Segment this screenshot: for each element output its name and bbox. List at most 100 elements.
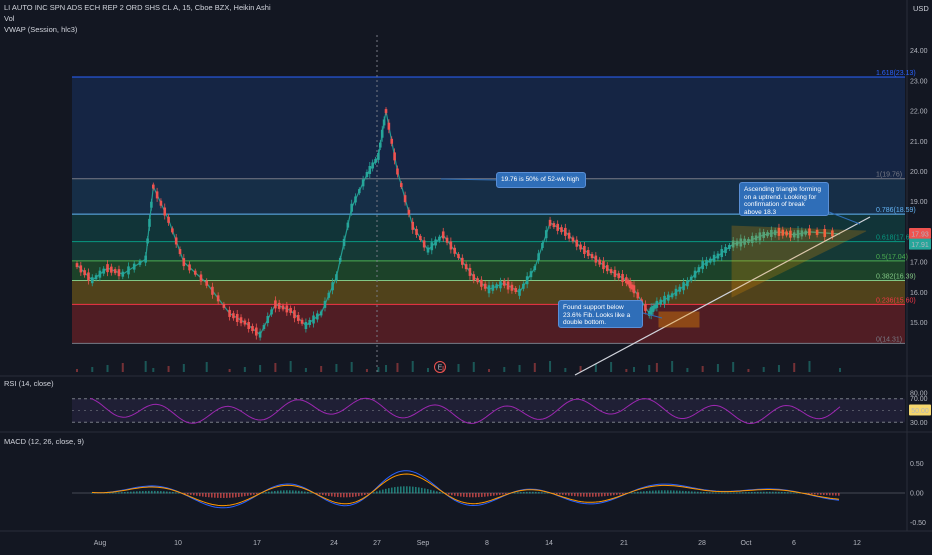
macd-histogram-bar	[331, 493, 333, 497]
candle-body	[304, 322, 308, 330]
candle-body	[621, 273, 624, 282]
candle-body	[152, 184, 155, 189]
volume-bar	[518, 365, 521, 372]
candle-body	[371, 162, 374, 169]
macd-histogram-bar	[694, 491, 696, 494]
volume-bar	[503, 367, 506, 372]
macd-histogram-bar	[187, 493, 189, 495]
macd-histogram-bar	[838, 493, 840, 496]
macd-histogram-bar	[568, 493, 570, 496]
candle-body	[113, 269, 117, 274]
candle-body	[445, 237, 449, 243]
candle-body	[251, 326, 254, 332]
candle-body	[331, 282, 334, 291]
macd-histogram-bar	[373, 492, 375, 494]
macd-histogram-bar	[409, 486, 411, 494]
candle-body	[396, 168, 399, 175]
candle-body	[110, 266, 113, 273]
fib-zone	[72, 343, 905, 364]
rsi-title: RSI (14, close)	[4, 379, 54, 388]
macd-histogram-bar	[256, 493, 258, 495]
macd-histogram-bar	[691, 491, 693, 494]
macd-histogram-bar	[214, 493, 216, 498]
time-axis-tick: 14	[545, 540, 553, 547]
macd-histogram-bar	[481, 493, 483, 497]
macd-histogram-bar	[451, 493, 453, 496]
candle-body	[83, 270, 86, 276]
candle-body	[174, 237, 178, 245]
candle-body	[163, 207, 167, 216]
macd-histogram-bar	[286, 490, 288, 494]
candle-body	[393, 152, 396, 161]
candle-body	[150, 201, 153, 208]
note-double-bottom[interactable]: Found support below 23.6% Fib. Looks lik…	[558, 300, 643, 328]
candle-body	[522, 283, 525, 289]
fib-level-label: 0.786(18.59)	[876, 207, 916, 214]
macd-histogram-bar	[586, 493, 588, 497]
note-ascending-triangle[interactable]: Ascending triangle forming on a uptrend.…	[739, 182, 829, 216]
currency-label: USD	[913, 4, 929, 13]
macd-histogram-bar	[529, 491, 531, 494]
candle-body	[188, 264, 191, 271]
macd-histogram-bar	[718, 492, 720, 494]
candle-body	[300, 319, 304, 324]
note-fifty-percent[interactable]: 19.76 is 50% of 52-wk high	[496, 172, 586, 188]
volume-bar	[594, 364, 597, 372]
candle-body	[464, 264, 468, 270]
macd-histogram-bar	[166, 491, 168, 494]
macd-title: MACD (12, 26, close, 9)	[4, 437, 85, 446]
macd-histogram-bar	[655, 490, 657, 494]
candle-body	[138, 260, 142, 265]
macd-histogram-bar	[478, 493, 480, 498]
candle-body	[308, 320, 312, 325]
volume-bar	[732, 362, 735, 372]
candle-body	[319, 311, 323, 316]
macd-histogram-bar	[790, 492, 792, 494]
double-bottom-zone	[658, 311, 700, 328]
macd-histogram-bar	[127, 491, 129, 494]
macd-histogram-bar	[709, 492, 711, 494]
macd-histogram-bar	[739, 492, 741, 494]
macd-histogram-bar	[811, 493, 813, 495]
macd-histogram-bar	[217, 493, 219, 498]
macd-histogram-bar	[130, 491, 132, 494]
macd-histogram-bar	[466, 493, 468, 498]
macd-histogram-bar	[244, 493, 246, 497]
macd-histogram-bar	[139, 491, 141, 494]
volume-bar	[671, 361, 674, 372]
macd-histogram-bar	[379, 490, 381, 494]
macd-histogram-bar	[352, 493, 354, 497]
candle-body	[678, 286, 682, 292]
candle-body	[338, 257, 342, 262]
macd-histogram-bar	[517, 492, 519, 494]
candle-body	[193, 270, 197, 275]
macd-histogram-bar	[706, 492, 708, 494]
candle-body	[232, 313, 235, 319]
macd-histogram-bar	[835, 493, 837, 496]
candle-body	[146, 238, 149, 244]
macd-histogram-bar	[367, 493, 369, 495]
macd-histogram-bar	[175, 492, 177, 494]
candle-body	[598, 259, 601, 265]
macd-histogram-bar	[598, 493, 600, 497]
macd-histogram-bar	[418, 487, 420, 494]
macd-histogram-bar	[253, 493, 255, 495]
volume-bar	[365, 369, 368, 372]
candle-body	[87, 272, 90, 281]
chart-canvas[interactable]: 0(14.31) 0.236(15.60) 0.382(16.39) 0.5(17.0…	[0, 0, 932, 550]
macd-histogram-bar	[190, 493, 192, 495]
volume-bar	[335, 364, 338, 372]
time-axis-tick: 27	[373, 540, 381, 547]
macd-histogram-bar	[124, 491, 126, 494]
macd-histogram-bar	[475, 493, 477, 498]
macd-histogram-bar	[715, 492, 717, 494]
price-axis-tick: 20.00	[910, 169, 928, 176]
macd-histogram-bar	[319, 493, 321, 495]
candle-body	[384, 109, 388, 114]
macd-histogram-bar	[238, 493, 240, 497]
candle-body	[701, 261, 704, 270]
candle-body	[378, 142, 382, 148]
volume-bar	[777, 365, 780, 372]
macd-histogram-bar	[574, 493, 576, 497]
macd-histogram-bar	[787, 492, 789, 494]
